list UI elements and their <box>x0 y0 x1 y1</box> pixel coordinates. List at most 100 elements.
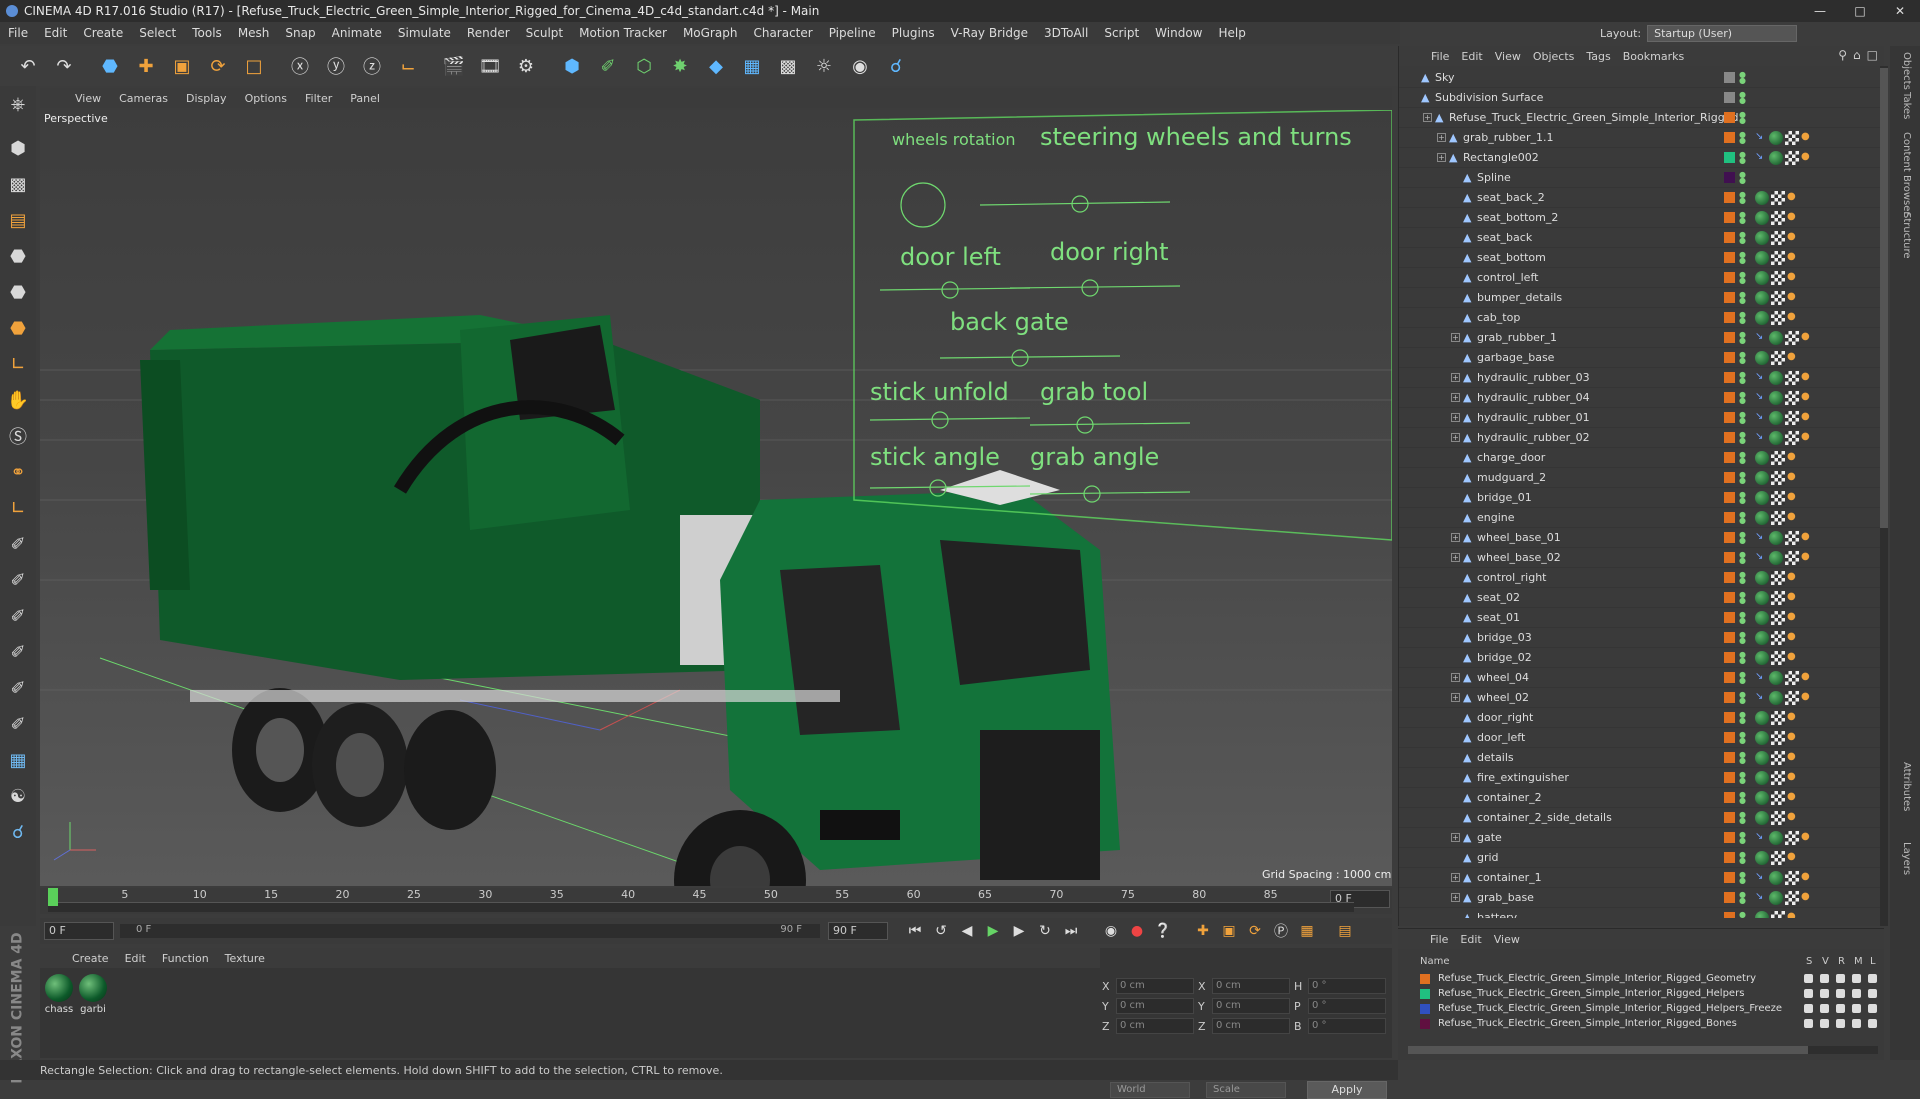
material-tag-icon[interactable] <box>1769 550 1783 565</box>
scale-x-field[interactable]: 0 cm <box>1212 978 1290 994</box>
layer-color-swatch[interactable] <box>1724 332 1735 343</box>
door-right-slider[interactable] <box>1081 279 1099 297</box>
timeline-scrub-bar[interactable] <box>48 902 1354 912</box>
next-key-icon[interactable]: ↻ <box>1032 920 1058 942</box>
visibility-dots-icon[interactable]: ●● <box>1739 550 1746 564</box>
layer-color-swatch[interactable] <box>1420 1003 1430 1014</box>
workplane-mode-icon[interactable]: ▤ <box>0 202 36 238</box>
uvw-tag-icon[interactable] <box>1771 310 1785 325</box>
visibility-dots-icon[interactable]: ●● <box>1739 790 1746 804</box>
weight-tag-icon[interactable]: ↘ <box>1755 331 1767 345</box>
visibility-dots-icon[interactable]: ●● <box>1739 150 1746 164</box>
material-tag-icon[interactable] <box>1755 650 1769 665</box>
material-tag-icon[interactable] <box>1755 750 1769 765</box>
object-row[interactable]: ▲ control_left ● ● ● <box>1399 268 1885 288</box>
go-to-end-icon[interactable]: ⏭ <box>1058 920 1084 942</box>
material-tag-icon[interactable] <box>1755 510 1769 525</box>
material-tag-icon[interactable] <box>1755 810 1769 825</box>
uvw-tag-icon[interactable] <box>1771 270 1785 285</box>
layer-color-swatch[interactable] <box>1724 92 1735 103</box>
uvw-tag-icon[interactable] <box>1771 750 1785 765</box>
protection-tag-icon[interactable]: ● <box>1787 351 1799 365</box>
coordinate-system-icon[interactable]: ⌙ <box>392 50 424 82</box>
material-tag-icon[interactable] <box>1769 430 1783 445</box>
layer-color-swatch[interactable] <box>1724 512 1735 523</box>
material-tag-icon[interactable] <box>1755 790 1769 805</box>
protection-tag-icon[interactable]: ● <box>1801 151 1813 165</box>
object-row[interactable]: ▲battery●●● <box>1399 908 1885 918</box>
layer-color-swatch[interactable] <box>1724 432 1735 443</box>
visibility-dots-icon[interactable]: ●● <box>1739 850 1746 864</box>
layer-color-swatch[interactable] <box>1420 988 1430 999</box>
uvw-tag-icon[interactable] <box>1771 250 1785 265</box>
visibility-dots-icon[interactable]: ●● <box>1739 390 1746 404</box>
material-tag-icon[interactable] <box>1755 590 1769 605</box>
uvw-tag-icon[interactable] <box>1771 910 1785 918</box>
brush-icon[interactable]: ✐ <box>0 526 36 562</box>
material-tag-icon[interactable] <box>1769 890 1783 905</box>
object-row[interactable]: ▲ engine ● ● ● <box>1399 508 1885 528</box>
visibility-dots-icon[interactable]: ●● <box>1739 870 1746 884</box>
material-tag-icon[interactable] <box>1755 450 1769 465</box>
material-tag-icon[interactable] <box>1755 730 1769 745</box>
object-row[interactable]: + ▲ grab_base ● ● ↘ ● <box>1399 888 1885 908</box>
go-to-start-icon[interactable]: ⏮ <box>902 920 928 942</box>
protection-tag-icon[interactable]: ● <box>1801 411 1813 425</box>
layer-color-swatch[interactable] <box>1724 452 1735 463</box>
weight-tag-icon[interactable]: ↘ <box>1755 151 1767 165</box>
uvw-tag-icon[interactable] <box>1771 850 1785 865</box>
expand-toggle-icon[interactable]: + <box>1437 133 1446 142</box>
solo-toggle-icon[interactable] <box>1804 1019 1813 1028</box>
weight-tag-icon[interactable]: ↘ <box>1755 371 1767 385</box>
visibility-dots-icon[interactable]: ●● <box>1739 370 1746 384</box>
visibility-dots-icon[interactable]: ●● <box>1739 330 1746 344</box>
new-view-icon[interactable]: □ <box>1867 48 1878 62</box>
viewport-menu-panel[interactable]: Panel <box>341 92 389 105</box>
uvw-tag-icon[interactable] <box>1771 450 1785 465</box>
uvw-tag-icon[interactable] <box>1785 150 1799 165</box>
redo-icon[interactable]: ↷ <box>48 50 80 82</box>
object-row[interactable]: ▲ grid ● ● ● <box>1399 848 1885 868</box>
view-toggle-icon[interactable] <box>1820 1019 1829 1028</box>
object-row[interactable]: + ▲ Rectangle002 ● ● ↘ ● <box>1399 148 1885 168</box>
weight-tag-icon[interactable]: ↘ <box>1755 831 1767 845</box>
protection-tag-icon[interactable]: ● <box>1801 551 1813 565</box>
object-row[interactable]: ▲ bumper_details ● ● ● <box>1399 288 1885 308</box>
visibility-dots-icon[interactable]: ●● <box>1739 530 1746 544</box>
solo-column-header[interactable]: S <box>1806 956 1812 967</box>
material-tag-icon[interactable] <box>1755 570 1769 585</box>
python-icon[interactable]: ☌ <box>880 50 912 82</box>
coordinate-space-dropdown[interactable]: World <box>1110 1082 1190 1098</box>
expand-toggle-icon[interactable]: + <box>1451 333 1460 342</box>
layer-color-swatch[interactable] <box>1724 312 1735 323</box>
scale-z-field[interactable]: 0 cm <box>1212 1018 1290 1034</box>
material-menu-texture[interactable]: Texture <box>217 952 273 965</box>
menu-pipeline[interactable]: Pipeline <box>821 26 884 40</box>
material-tag-icon[interactable] <box>1755 290 1769 305</box>
uvw-tag-icon[interactable] <box>1771 590 1785 605</box>
light-icon[interactable]: ☼ <box>808 50 840 82</box>
uvw-tag-icon[interactable] <box>1785 690 1799 705</box>
uvw-tag-icon[interactable] <box>1785 550 1799 565</box>
protection-tag-icon[interactable]: ● <box>1787 771 1799 785</box>
manager-toggle-icon[interactable] <box>1852 974 1861 983</box>
tab-content-browser[interactable]: Content Browser <box>1901 132 1912 215</box>
uvw-tag-icon[interactable] <box>1785 330 1799 345</box>
layout-dropdown[interactable]: Startup (User) <box>1647 24 1798 42</box>
menu-snap[interactable]: Snap <box>277 26 323 40</box>
object-row[interactable]: ▲ seat_back_2 ● ● ● <box>1399 188 1885 208</box>
uvw-tag-icon[interactable] <box>1771 290 1785 305</box>
floor-icon[interactable]: ▦ <box>736 50 768 82</box>
render-view-icon[interactable]: 🎬 <box>438 50 470 82</box>
object-row[interactable]: + ▲ hydraulic_rubber_04 ● ● ↘ ● <box>1399 388 1885 408</box>
layer-color-swatch[interactable] <box>1724 912 1735 918</box>
object-menu-view[interactable]: View <box>1489 50 1527 63</box>
object-row[interactable]: ▲ Sky ● ● <box>1399 68 1885 88</box>
position-x-field[interactable]: 0 cm <box>1116 978 1194 994</box>
model-mode-icon[interactable]: ⬢ <box>0 130 36 166</box>
material-tag-icon[interactable] <box>1755 350 1769 365</box>
visibility-dots-icon[interactable]: ●● <box>1739 350 1746 364</box>
object-row[interactable]: + ▲ grab_rubber_1.1 ● ● ↘ ● <box>1399 128 1885 148</box>
menu-window[interactable]: Window <box>1147 26 1210 40</box>
material-menu-edit[interactable]: Edit <box>117 952 154 965</box>
